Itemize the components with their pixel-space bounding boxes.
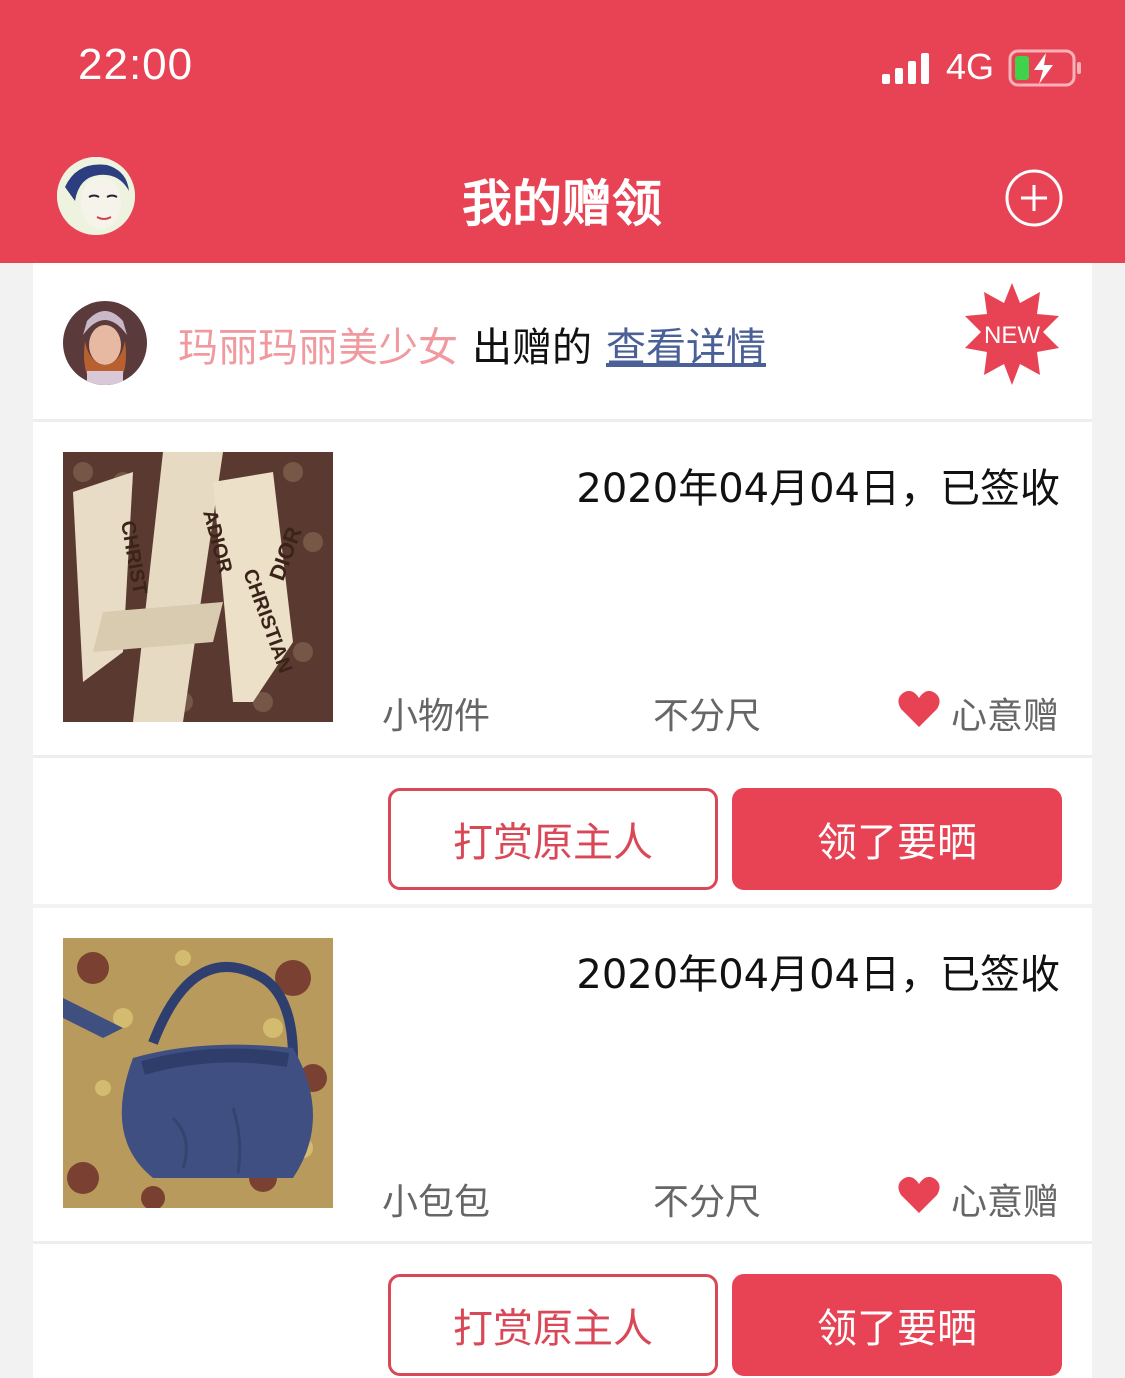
item-gift-type: 心意赠 — [951, 696, 1060, 737]
scarf-photo: CHRIST ADIOR CHRISTIAN DIOR — [63, 452, 333, 722]
heart-icon — [898, 1176, 940, 1213]
user-avatar[interactable] — [57, 157, 135, 235]
owner-name[interactable]: 玛丽玛丽美少女 — [178, 325, 458, 371]
item-date-status: 2020年04月04日，已签收 — [576, 466, 1060, 512]
signal-icon — [882, 53, 929, 84]
reward-owner-button[interactable]: 打赏原主人 — [388, 1274, 718, 1376]
battery-icon — [1008, 49, 1081, 87]
status-time: 22:00 — [78, 40, 194, 89]
divider — [33, 755, 1092, 758]
item-date-status: 2020年04月04日，已签收 — [576, 952, 1060, 998]
item-gift-type: 心意赠 — [951, 1182, 1060, 1223]
new-badge: NEW — [965, 283, 1059, 385]
bag-photo — [63, 938, 333, 1208]
heart-icon — [898, 690, 940, 727]
owner-row: 玛丽玛丽美少女 出赠的 查看详情 NEW — [33, 263, 1092, 419]
gift-card: 玛丽玛丽美少女 出赠的 查看详情 NEW CHRIST ADIOR CHRISTIA… — [33, 263, 1092, 1378]
gift-text: 出赠的 — [472, 325, 592, 371]
page-title: 我的赠领 — [462, 175, 662, 233]
divider — [33, 904, 1092, 908]
owner-avatar-image — [63, 301, 147, 385]
new-badge-label: NEW — [984, 322, 1040, 349]
item-photo[interactable] — [63, 938, 333, 1208]
user-avatar-image — [57, 157, 135, 235]
item-size: 不分尺 — [653, 696, 762, 737]
reward-owner-button[interactable]: 打赏原主人 — [388, 788, 718, 890]
network-label: 4G — [946, 46, 995, 87]
item-category: 小包包 — [382, 1182, 491, 1223]
share-claim-button[interactable]: 领了要晒 — [732, 788, 1062, 890]
item-size: 不分尺 — [653, 1182, 762, 1223]
item-photo[interactable]: CHRIST ADIOR CHRISTIAN DIOR — [63, 452, 333, 722]
share-claim-button[interactable]: 领了要晒 — [732, 1274, 1062, 1376]
view-details-link[interactable]: 查看详情 — [606, 325, 766, 371]
item-category: 小物件 — [382, 696, 491, 737]
add-icon[interactable] — [1004, 168, 1064, 228]
owner-line: 玛丽玛丽美少女 出赠的 查看详情 — [178, 315, 766, 373]
owner-avatar[interactable] — [63, 301, 147, 385]
divider — [33, 419, 1092, 422]
divider — [33, 1241, 1092, 1244]
app-header: 22:00 4G 我的赠领 — [0, 0, 1125, 263]
